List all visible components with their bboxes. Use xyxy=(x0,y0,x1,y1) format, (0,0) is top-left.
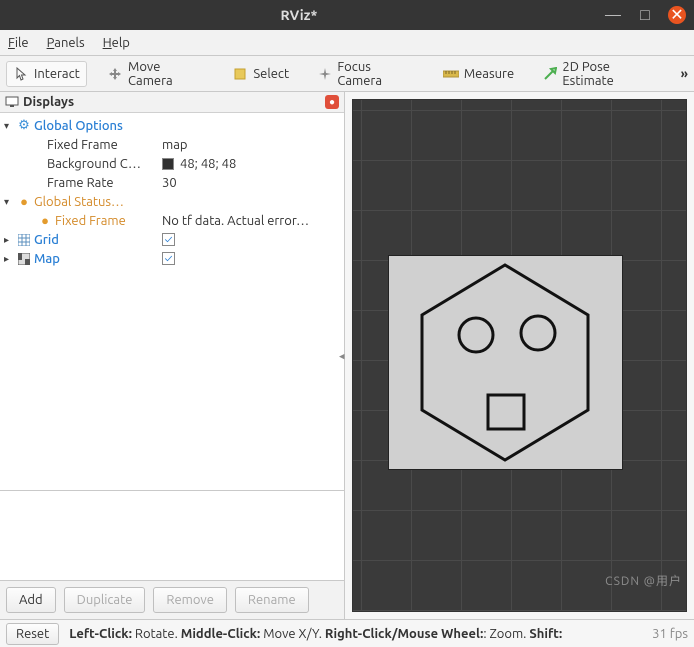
select-button[interactable]: Select xyxy=(225,61,296,87)
gear-icon: ⚙ xyxy=(17,119,31,133)
rename-button: Rename xyxy=(235,587,309,613)
select-label: Select xyxy=(253,67,289,81)
tree-global-status[interactable]: ▾ ● Global Status… xyxy=(0,192,158,211)
focus-camera-label: Focus Camera xyxy=(337,60,414,88)
val-fixed-frame[interactable]: map xyxy=(158,135,344,154)
measure-label: Measure xyxy=(464,67,514,81)
minimize-button[interactable]: — xyxy=(604,6,622,24)
grid-checkbox[interactable]: ✓ xyxy=(162,233,175,246)
close-button[interactable]: ✕ xyxy=(668,6,686,24)
watermark: CSDN @用户 xyxy=(605,572,682,589)
interact-button[interactable]: Interact xyxy=(6,61,87,87)
reset-button[interactable]: Reset xyxy=(6,623,59,645)
panel-close-button[interactable]: ● xyxy=(325,95,339,109)
window-title: RViz* xyxy=(8,7,590,23)
val-blank xyxy=(158,116,344,135)
measure-button[interactable]: Measure xyxy=(436,61,521,87)
displays-tree[interactable]: ▾ ⚙ Global Options Fixed Frame Backgroun… xyxy=(0,113,344,490)
tree-global-options[interactable]: ▾ ⚙ Global Options xyxy=(0,116,158,135)
status-bar: Reset Left-Click: Rotate. Middle-Click: … xyxy=(0,619,694,647)
val-frame-rate[interactable]: 30 xyxy=(158,173,344,192)
warning-icon: ● xyxy=(17,195,31,209)
tree-map[interactable]: ▸ Map xyxy=(0,249,158,268)
move-camera-label: Move Camera xyxy=(128,60,204,88)
3d-viewport[interactable] xyxy=(352,99,687,612)
left-collapse-handle[interactable]: ◂ xyxy=(339,349,345,362)
maximize-button[interactable]: □ xyxy=(636,6,654,24)
pose-estimate-icon xyxy=(542,66,557,82)
val-blank2 xyxy=(158,192,344,211)
tree-frame-rate[interactable]: Frame Rate xyxy=(0,173,158,192)
robot-shape xyxy=(388,255,623,470)
color-swatch xyxy=(162,158,174,170)
pose-estimate-button[interactable]: 2D Pose Estimate xyxy=(535,55,667,93)
menu-panels[interactable]: Panels xyxy=(47,36,85,50)
displays-title: Displays xyxy=(23,95,74,109)
toolbar-overflow-button[interactable]: » xyxy=(681,67,688,81)
remove-button: Remove xyxy=(153,587,227,613)
move-camera-icon xyxy=(108,66,123,82)
collapse-icon[interactable]: ▾ xyxy=(4,120,14,132)
displays-buttons: Add Duplicate Remove Rename xyxy=(0,580,344,619)
main-area: Displays ● ▾ ⚙ Global Options Fixed Fram… xyxy=(0,92,694,619)
focus-camera-button[interactable]: Focus Camera xyxy=(310,55,422,93)
status-hint: Left-Click: Rotate. Middle-Click: Move X… xyxy=(69,627,642,641)
focus-camera-icon xyxy=(317,66,332,82)
displays-panel: Displays ● ▾ ⚙ Global Options Fixed Fram… xyxy=(0,92,345,619)
grid-icon xyxy=(17,233,31,247)
toolbar: Interact Move Camera Select Focus Camera… xyxy=(0,56,694,92)
move-camera-button[interactable]: Move Camera xyxy=(101,55,212,93)
displays-icon xyxy=(5,95,19,109)
expand-icon[interactable]: ▸ xyxy=(4,234,14,246)
menu-file[interactable]: File xyxy=(8,36,29,50)
select-icon xyxy=(232,66,248,82)
duplicate-button: Duplicate xyxy=(64,587,146,613)
pose-estimate-label: 2D Pose Estimate xyxy=(562,60,659,88)
tree-status-fixed-frame[interactable]: ● Fixed Frame xyxy=(0,211,158,230)
warning-icon: ● xyxy=(38,214,52,228)
titlebar: RViz* — □ ✕ xyxy=(0,0,694,30)
map-icon xyxy=(17,252,31,266)
val-grid-check[interactable]: ✓ xyxy=(158,230,344,249)
collapse-icon[interactable]: ▾ xyxy=(4,196,14,208)
tree-fixed-frame[interactable]: Fixed Frame xyxy=(0,135,158,154)
menubar: File Panels Help xyxy=(0,30,694,56)
interact-label: Interact xyxy=(34,67,80,81)
val-status-ff: No tf data. Actual error… xyxy=(158,211,344,230)
fps-counter: 31 fps xyxy=(652,627,688,641)
displays-header: Displays ● xyxy=(0,92,344,113)
menu-help[interactable]: Help xyxy=(103,36,130,50)
expand-icon[interactable]: ▸ xyxy=(4,253,14,265)
map-checkbox[interactable]: ✓ xyxy=(162,252,175,265)
measure-icon xyxy=(443,66,459,82)
view-pane: ◂ ▸ CSDN @用户 xyxy=(345,92,694,619)
description-area xyxy=(0,490,344,580)
add-button[interactable]: Add xyxy=(6,587,56,613)
tree-grid[interactable]: ▸ Grid xyxy=(0,230,158,249)
val-bg-color[interactable]: 48; 48; 48 xyxy=(158,154,344,173)
val-map-check[interactable]: ✓ xyxy=(158,249,344,268)
tree-background-color[interactable]: Background C… xyxy=(0,154,158,173)
interact-icon xyxy=(13,66,29,82)
